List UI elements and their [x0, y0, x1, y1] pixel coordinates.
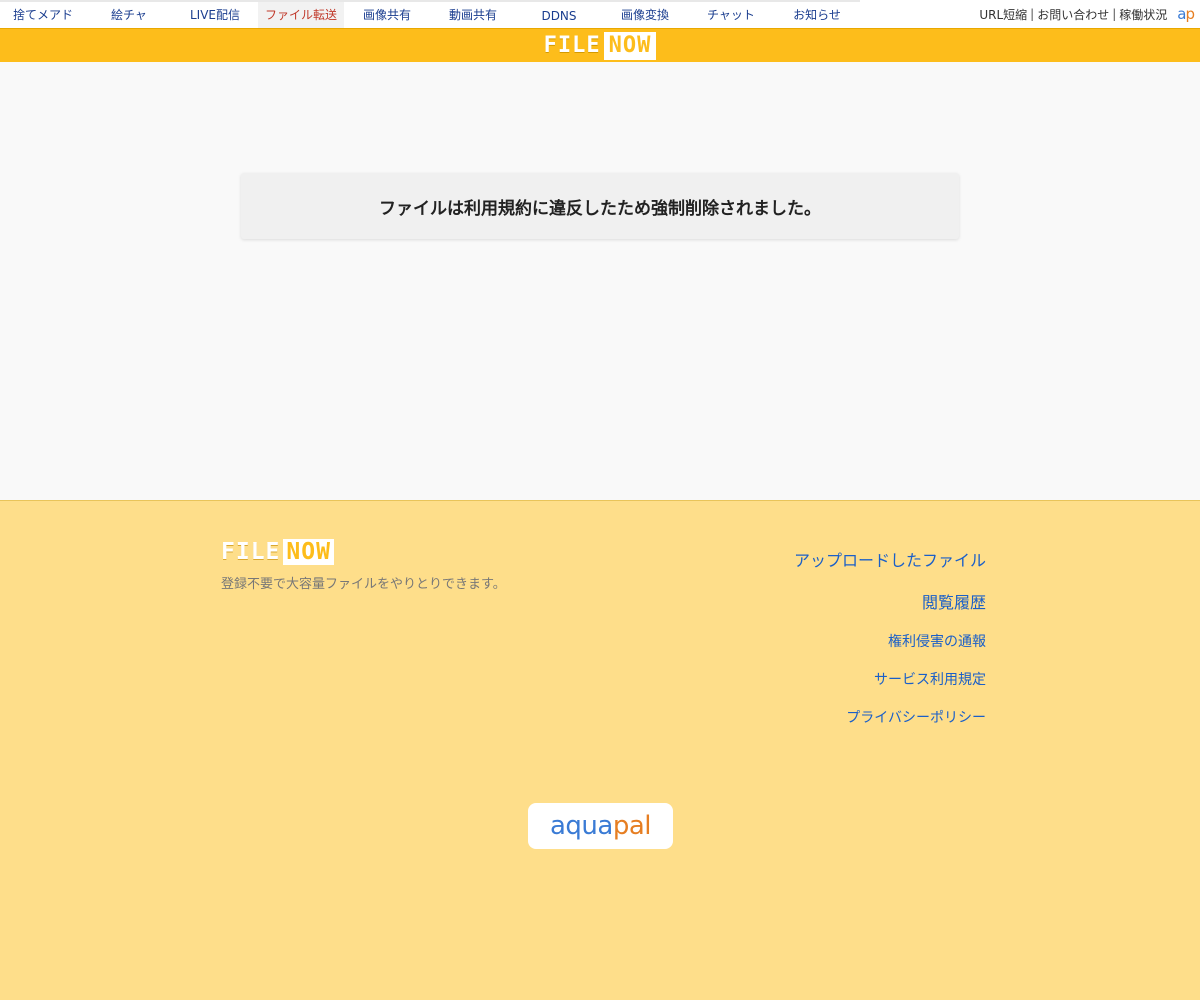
utility-links: URL短縮 | お問い合わせ | 稼働状況 ap — [979, 0, 1200, 28]
footer-links: アップロードしたファイル 閲覧履歴 権利侵害の通報 サービス利用規定 プライバシ… — [794, 547, 986, 745]
site-footer: FILE NOW 登録不要で大容量ファイルをやりとりできます。 アップロードした… — [0, 500, 1200, 1000]
tab-sute-meado[interactable]: 捨てメアド — [0, 0, 86, 28]
uploaded-files-link[interactable]: アップロードしたファイル — [794, 547, 986, 571]
privacy-policy-link[interactable]: プライバシーポリシー — [794, 707, 986, 727]
tab-echa[interactable]: 絵チャ — [86, 0, 172, 28]
filenow-logo[interactable]: FILE NOW — [543, 31, 657, 60]
tab-image-share[interactable]: 画像共有 — [344, 0, 430, 28]
contact-link[interactable]: お問い合わせ — [1037, 6, 1109, 23]
ap-p-letter: p — [1185, 5, 1194, 23]
tab-news[interactable]: お知らせ — [774, 0, 860, 28]
tab-image-convert[interactable]: 画像変換 — [602, 0, 688, 28]
footer-logo-file-text: FILE — [221, 539, 281, 565]
main-content: ファイルは利用規約に違反したため強制削除されました。 — [0, 62, 1200, 500]
tab-chat[interactable]: チャット — [688, 0, 774, 28]
logo-now-text: NOW — [603, 31, 657, 60]
separator: | — [1112, 7, 1117, 21]
aquapal-logo[interactable]: aqua pal — [528, 803, 673, 849]
tab-file-transfer[interactable]: ファイル転送 — [258, 0, 344, 28]
terms-of-service-link[interactable]: サービス利用規定 — [794, 669, 986, 689]
tab-live[interactable]: LIVE配信 — [172, 0, 258, 28]
deletion-notice: ファイルは利用規約に違反したため強制削除されました。 — [241, 173, 959, 239]
aquapal-ap-icon[interactable]: ap — [1177, 5, 1195, 23]
browse-history-link[interactable]: 閲覧履歴 — [794, 589, 986, 613]
footer-logo-now-text: NOW — [283, 539, 334, 565]
footer-filenow-logo[interactable]: FILE NOW — [221, 539, 334, 565]
status-link[interactable]: 稼働状況 — [1119, 6, 1167, 23]
tab-video-share[interactable]: 動画共有 — [430, 0, 516, 28]
aquapal-pal-text: pal — [612, 811, 652, 841]
service-tabs: 捨てメアド 絵チャ LIVE配信 ファイル転送 画像共有 動画共有 DDNS 画… — [0, 0, 860, 28]
tab-ddns[interactable]: DDNS — [516, 0, 602, 28]
aquapal-aqua-text: aqua — [549, 811, 613, 841]
logo-file-text: FILE — [543, 33, 601, 58]
footer-tagline: 登録不要で大容量ファイルをやりとりできます。 — [221, 577, 506, 592]
top-navigation: 捨てメアド 絵チャ LIVE配信 ファイル転送 画像共有 動画共有 DDNS 画… — [0, 0, 1200, 28]
infringement-report-link[interactable]: 権利侵害の通報 — [794, 631, 986, 651]
separator: | — [1030, 7, 1035, 21]
site-header: FILE NOW — [0, 28, 1200, 62]
url-shortener-link[interactable]: URL短縮 — [979, 6, 1027, 23]
